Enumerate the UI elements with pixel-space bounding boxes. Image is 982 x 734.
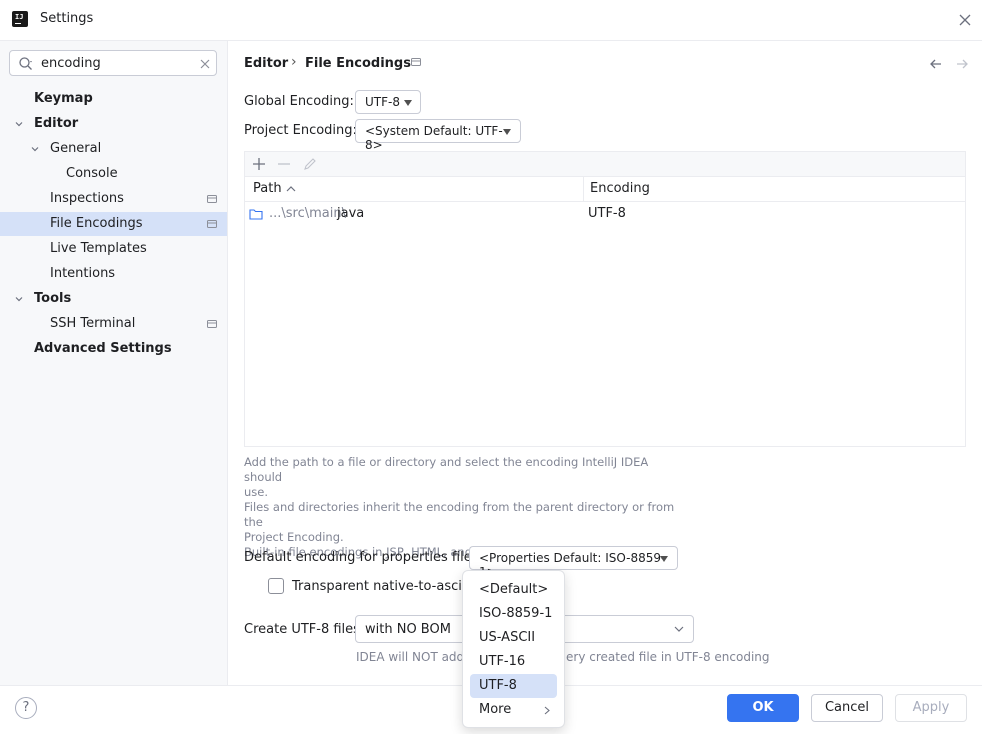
sidebar-item-label: Advanced Settings xyxy=(34,341,172,356)
sidebar-item-label: Keymap xyxy=(34,91,93,106)
dropdown-arrow-icon xyxy=(503,129,511,135)
window-title: Settings xyxy=(40,11,94,26)
dropdown-arrow-icon xyxy=(404,100,412,106)
title-bar xyxy=(0,0,982,41)
project-level-icon xyxy=(411,58,421,66)
help-line: Add the path to a file or directory and … xyxy=(244,455,649,484)
sidebar-item-label: Console xyxy=(66,166,118,181)
sidebar-item[interactable]: Inspections xyxy=(0,187,227,211)
chevron-down-icon[interactable] xyxy=(30,144,40,154)
settings-search-box[interactable] xyxy=(9,50,217,76)
popup-item-label: UTF-16 xyxy=(479,654,526,669)
transparent-native-to-ascii-checkbox[interactable] xyxy=(268,578,284,594)
ok-button[interactable]: OK xyxy=(727,694,799,722)
chevron-right-icon xyxy=(544,706,550,715)
popup-item-label: <Default> xyxy=(479,582,549,597)
project-encoding-label: Project Encoding: xyxy=(244,123,357,138)
help-line: Project Encoding. xyxy=(244,530,344,544)
path-encoding-table: Path Encoding ...\src\main\ java UTF-8 xyxy=(244,151,966,447)
global-encoding-value: UTF-8 xyxy=(365,95,400,109)
table-toolbar xyxy=(245,152,965,177)
table-row[interactable]: ...\src\main\ java UTF-8 xyxy=(245,202,965,226)
popup-item-default[interactable]: <Default> xyxy=(470,578,557,602)
popup-item-utf-16[interactable]: UTF-16 xyxy=(470,650,557,674)
popup-item-us-ascii[interactable]: US-ASCII xyxy=(470,626,557,650)
help-button[interactable]: ? xyxy=(15,697,37,719)
clear-search-icon[interactable] xyxy=(198,57,212,71)
sidebar-item[interactable]: Advanced Settings xyxy=(0,337,227,361)
forward-arrow-icon[interactable] xyxy=(954,56,970,72)
search-icon xyxy=(19,57,32,70)
sidebar-item-label: Live Templates xyxy=(50,241,147,256)
remove-icon[interactable] xyxy=(277,157,291,171)
folder-icon xyxy=(249,209,263,220)
project-level-icon xyxy=(207,320,217,328)
close-icon[interactable] xyxy=(956,11,974,29)
chevron-down-icon[interactable] xyxy=(14,294,24,304)
popup-item-label: US-ASCII xyxy=(479,630,536,645)
sidebar-item-label: Inspections xyxy=(50,191,124,206)
column-header-path-label: Path xyxy=(253,181,282,196)
edit-icon[interactable] xyxy=(303,157,317,171)
sidebar-item[interactable]: Tools xyxy=(0,287,227,311)
help-line: use. xyxy=(244,485,269,499)
popup-item-more[interactable]: More xyxy=(470,698,557,722)
intellij-logo-icon: IJ xyxy=(12,11,28,27)
column-header-encoding[interactable]: Encoding xyxy=(590,177,960,202)
properties-encoding-combo[interactable]: <Properties Default: ISO-8859-1> xyxy=(469,546,678,579)
project-level-icon xyxy=(207,220,217,228)
chevron-down-icon[interactable] xyxy=(14,119,24,129)
popup-item-iso-8859-1[interactable]: ISO-8859-1 xyxy=(470,602,557,626)
project-level-icon xyxy=(207,195,217,203)
sidebar-item[interactable]: SSH Terminal xyxy=(0,312,227,336)
add-icon[interactable] xyxy=(252,157,266,171)
global-encoding-label: Global Encoding: xyxy=(244,94,354,109)
global-encoding-combo[interactable]: UTF-8 xyxy=(355,90,421,114)
transparent-native-to-ascii-label: Transparent native-to-ascii co xyxy=(292,579,485,594)
sidebar-item-label: General xyxy=(50,141,102,156)
breadcrumb-separator: › xyxy=(291,54,297,70)
idea-note-left: IDEA will NOT add U xyxy=(356,650,477,664)
create-utf8-label: Create UTF-8 files: xyxy=(244,622,365,637)
path-prefix: ...\src\main\ xyxy=(269,206,346,221)
path-name: java xyxy=(337,206,365,221)
breadcrumb-parent[interactable]: Editor xyxy=(244,56,288,71)
chevron-down-icon xyxy=(674,626,684,632)
project-encoding-combo[interactable]: <System Default: UTF-8> xyxy=(355,119,521,152)
dropdown-arrow-icon xyxy=(660,556,668,562)
popup-item-label: More xyxy=(479,702,512,717)
project-encoding-value: <System Default: UTF-8> xyxy=(365,124,503,152)
sidebar-item[interactable]: Keymap xyxy=(0,87,227,111)
popup-item-label: ISO-8859-1 xyxy=(479,606,553,621)
sidebar-item[interactable]: File Encodings xyxy=(0,212,227,236)
sidebar-item[interactable]: General xyxy=(0,137,227,161)
sort-ascending-icon xyxy=(286,186,296,192)
sidebar-item-label: SSH Terminal xyxy=(50,316,136,331)
apply-button[interactable]: Apply xyxy=(895,694,967,722)
page-title: File Encodings xyxy=(305,56,411,71)
sidebar-item-label: Editor xyxy=(34,116,79,131)
row-encoding: UTF-8 xyxy=(588,206,626,221)
sidebar-item[interactable]: Live Templates xyxy=(0,237,227,261)
help-line: Files and directories inherit the encodi… xyxy=(244,500,675,529)
create-utf8-value: with NO BOM xyxy=(365,622,451,637)
sidebar-item[interactable]: Intentions xyxy=(0,262,227,286)
sidebar-item-label: Tools xyxy=(34,291,72,306)
back-arrow-icon[interactable] xyxy=(928,56,944,72)
sidebar-item-label: File Encodings xyxy=(50,216,143,231)
search-input[interactable] xyxy=(41,54,191,72)
properties-encoding-label: Default encoding for properties files: xyxy=(244,550,483,565)
popup-item-utf-8[interactable]: UTF-8 xyxy=(470,674,557,698)
cancel-button[interactable]: Cancel xyxy=(811,694,883,722)
sidebar-item[interactable]: Console xyxy=(0,162,227,186)
popup-item-label: UTF-8 xyxy=(479,678,517,693)
sidebar-item[interactable]: Editor xyxy=(0,112,227,136)
idea-note-right: ery created file in UTF-8 encoding xyxy=(566,650,770,664)
column-header-path[interactable]: Path xyxy=(253,177,583,202)
help-text: Add the path to a file or directory and … xyxy=(244,455,684,560)
sidebar-item-label: Intentions xyxy=(50,266,116,281)
encoding-popup-menu: <Default> ISO-8859-1 US-ASCII UTF-16 UTF… xyxy=(462,570,565,728)
column-divider xyxy=(583,177,584,201)
